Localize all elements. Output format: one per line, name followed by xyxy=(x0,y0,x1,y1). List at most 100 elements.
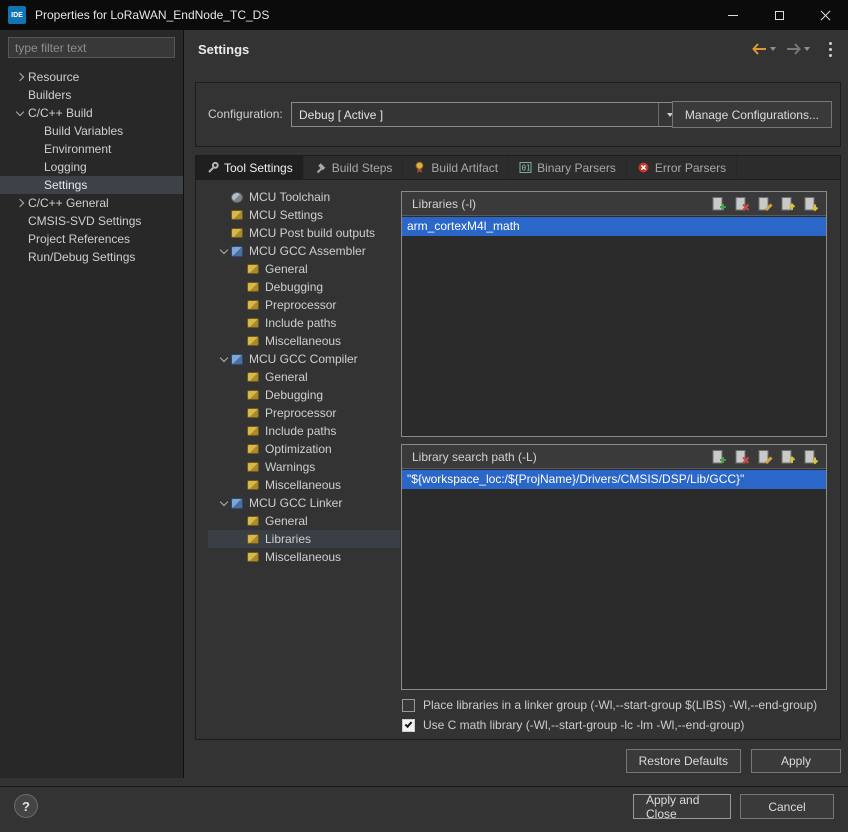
tree-item[interactable]: Include paths xyxy=(208,314,400,332)
tree-item[interactable]: Preprocessor xyxy=(208,296,400,314)
chevron-right-icon[interactable] xyxy=(12,198,28,208)
help-button[interactable]: ? xyxy=(14,794,38,818)
tab-tool-settings[interactable]: Tool Settings xyxy=(196,156,304,179)
titlebar: IDE Properties for LoRaWAN_EndNode_TC_DS xyxy=(0,0,848,30)
apply-and-close-button[interactable]: Apply and Close xyxy=(633,793,731,821)
chevron-down-icon[interactable] xyxy=(12,107,28,116)
edit-item-icon[interactable] xyxy=(757,449,773,465)
tree-item-mcu-gcc-compiler[interactable]: MCU GCC Compiler xyxy=(208,350,400,368)
tab-error-parsers[interactable]: Error Parsers xyxy=(627,156,738,179)
linker-group-checkbox[interactable] xyxy=(402,698,415,712)
tab-build-artifact[interactable]: Build Artifact xyxy=(403,156,510,179)
forward-dropdown-icon xyxy=(804,47,810,51)
tree-item[interactable]: Warnings xyxy=(208,458,400,476)
filter-input[interactable] xyxy=(8,37,175,58)
back-arrow-icon xyxy=(752,43,766,55)
manage-configurations-button[interactable]: Manage Configurations... xyxy=(671,101,832,128)
sidebar-item-cmsis-svd-settings[interactable]: CMSIS-SVD Settings xyxy=(0,212,183,230)
view-menu-button[interactable] xyxy=(822,40,838,58)
sidebar-item-resource[interactable]: Resource xyxy=(0,68,183,86)
settings-tool-icon xyxy=(247,462,259,472)
move-up-icon[interactable] xyxy=(780,449,796,465)
forward-button[interactable] xyxy=(782,40,813,58)
minimize-icon xyxy=(728,14,738,16)
cancel-button[interactable]: Cancel xyxy=(740,794,834,819)
linker-group-option: Place libraries in a linker group (-Wl,-… xyxy=(402,697,817,713)
settings-tool-icon xyxy=(247,264,259,274)
tree-item-libraries[interactable]: Libraries xyxy=(208,530,400,548)
delete-item-icon[interactable] xyxy=(734,196,750,212)
build-steps-icon xyxy=(316,163,325,174)
tool-settings-icon xyxy=(208,161,219,173)
configuration-select[interactable]: Debug [ Active ] xyxy=(291,102,681,127)
linker-group-label: Place libraries in a linker group (-Wl,-… xyxy=(423,698,818,712)
tree-item[interactable]: General xyxy=(208,512,400,530)
close-button[interactable] xyxy=(802,0,848,30)
svg-text:01: 01 xyxy=(522,164,531,173)
sidebar-item-cpp-general[interactable]: C/C++ General xyxy=(0,194,183,212)
tree-item[interactable]: Optimization xyxy=(208,440,400,458)
chevron-down-icon[interactable] xyxy=(216,497,231,506)
add-item-icon[interactable] xyxy=(711,449,727,465)
search-path-toolbar xyxy=(711,449,819,465)
sidebar-item-builders[interactable]: Builders xyxy=(0,86,183,104)
tree-item-mcu-gcc-linker[interactable]: MCU GCC Linker xyxy=(208,494,400,512)
sidebar-item-cpp-build[interactable]: C/C++ Build xyxy=(0,104,183,122)
back-button[interactable] xyxy=(748,40,779,58)
tree-item[interactable]: Miscellaneous xyxy=(208,332,400,350)
list-item[interactable]: "${workspace_loc:/${ProjName}/Drivers/CM… xyxy=(402,470,826,489)
tree-item-mcu-settings[interactable]: MCU Settings xyxy=(208,206,400,224)
tree-item[interactable]: Debugging xyxy=(208,386,400,404)
tool-options-tree: MCU Toolchain MCU Settings MCU Post buil… xyxy=(208,188,400,566)
settings-tool-icon xyxy=(231,210,243,220)
tree-item-mcu-toolchain[interactable]: MCU Toolchain xyxy=(208,188,400,206)
move-down-icon[interactable] xyxy=(803,449,819,465)
configuration-label: Configuration: xyxy=(208,107,283,121)
tree-item-mcu-post-build[interactable]: MCU Post build outputs xyxy=(208,224,400,242)
error-parsers-icon xyxy=(638,162,649,173)
edit-item-icon[interactable] xyxy=(757,196,773,212)
chevron-down-icon[interactable] xyxy=(216,353,231,362)
move-down-icon[interactable] xyxy=(803,196,819,212)
settings-tool-icon xyxy=(247,390,259,400)
chevron-down-icon[interactable] xyxy=(216,245,231,254)
settings-tool-icon xyxy=(247,480,259,490)
move-up-icon[interactable] xyxy=(780,196,796,212)
tree-item-mcu-gcc-assembler[interactable]: MCU GCC Assembler xyxy=(208,242,400,260)
list-item[interactable]: arm_cortexM4l_math xyxy=(402,217,826,236)
chevron-right-icon[interactable] xyxy=(12,72,28,82)
tree-item[interactable]: General xyxy=(208,260,400,278)
library-search-path-header: Library search path (-L) xyxy=(402,445,826,469)
sidebar-item-run-debug-settings[interactable]: Run/Debug Settings xyxy=(0,248,183,266)
tab-binary-parsers[interactable]: 01 Binary Parsers xyxy=(509,156,627,179)
settings-tool-icon xyxy=(247,444,259,454)
maximize-button[interactable] xyxy=(756,0,802,30)
sidebar-item-settings[interactable]: Settings xyxy=(0,176,183,194)
check-icon xyxy=(404,720,413,728)
settings-tabbar: Tool Settings Build Steps Build Artifact… xyxy=(195,155,841,179)
minimize-button[interactable] xyxy=(710,0,756,30)
libraries-group: Libraries (-l) arm_cortexM4l_math xyxy=(401,191,827,437)
maximize-icon xyxy=(774,10,784,20)
sidebar-item-project-references[interactable]: Project References xyxy=(0,230,183,248)
sidebar-item-environment[interactable]: Environment xyxy=(0,140,183,158)
libraries-group-title: Libraries (-l) xyxy=(412,196,477,211)
sidebar-item-build-variables[interactable]: Build Variables xyxy=(0,122,183,140)
tree-item[interactable]: Miscellaneous xyxy=(208,548,400,566)
tab-build-steps[interactable]: Build Steps xyxy=(304,156,404,179)
sidebar-item-logging[interactable]: Logging xyxy=(0,158,183,176)
c-math-checkbox[interactable] xyxy=(402,718,415,732)
build-artifact-icon xyxy=(416,161,424,173)
add-item-icon[interactable] xyxy=(711,196,727,212)
tree-item[interactable]: Include paths xyxy=(208,422,400,440)
tree-item[interactable]: Miscellaneous xyxy=(208,476,400,494)
compiler-tool-icon xyxy=(231,353,243,365)
apply-button[interactable]: Apply xyxy=(751,749,841,773)
settings-tool-icon xyxy=(247,408,259,418)
restore-defaults-button[interactable]: Restore Defaults xyxy=(625,749,741,773)
tree-item[interactable]: Preprocessor xyxy=(208,404,400,422)
tree-item[interactable]: General xyxy=(208,368,400,386)
delete-item-icon[interactable] xyxy=(734,449,750,465)
libraries-toolbar xyxy=(711,196,819,212)
tree-item[interactable]: Debugging xyxy=(208,278,400,296)
